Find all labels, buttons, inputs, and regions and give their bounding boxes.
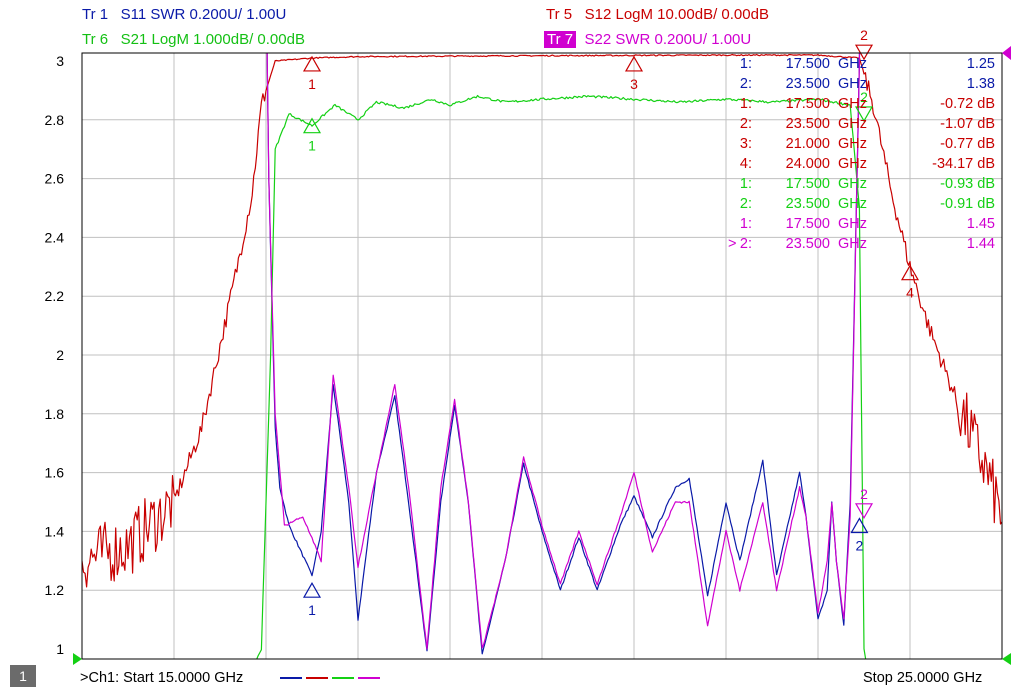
marker-label: 2 [856,538,864,554]
marker-table-row[interactable]: >2: 23.500 GHz 1.44 [728,236,995,252]
marker-table: 1: 17.500 GHz 1.25 2: 23.500 GHz 1.38 1: 17.500 GH… [728,56,995,252]
marker-value: -0.91 dB [940,196,995,212]
marker-unit: GHz [838,156,867,172]
marker-id: 1: [740,56,752,72]
marker-id: 2: [740,196,752,212]
marker-label: 2 [860,486,868,502]
marker-label: 3 [630,76,638,92]
y-tick-label: 2.6 [45,171,65,187]
marker-frequency: 21.000 [786,136,830,152]
marker-label: 2 [860,27,868,43]
marker-unit: GHz [838,56,867,72]
marker-unit: GHz [838,176,867,192]
marker-value: -0.72 dB [940,96,995,112]
marker-frequency: 24.000 [786,156,830,172]
marker-id: 4: [740,156,752,172]
y-tick-label: 1.6 [45,465,65,481]
trace-swatch-s21 [332,677,354,679]
marker-unit: GHz [838,96,867,112]
marker-unit: GHz [838,116,867,132]
measurement-plot[interactable]: 3 2.8 2.6 2.4 2.2 2 1.8 1.6 1.4 1.2 1 1 3 4 2 1 1 2 2 2 1:… [0,0,1013,690]
marker-frequency: 17.500 [786,216,830,232]
marker-value: -1.07 dB [940,116,995,132]
marker-frequency: 23.500 [786,76,830,92]
marker-label: 1 [308,138,316,154]
marker-id: 2: [740,236,752,252]
marker-frequency: 23.500 [786,116,830,132]
marker-triangle-icon[interactable] [854,503,874,520]
marker-table-row[interactable]: 1: 17.500 GHz 1.45 [740,216,995,232]
marker-table-row[interactable]: 2: 23.500 GHz -1.07 dB [740,116,995,132]
marker-id: 1: [740,96,752,112]
marker-value: 1.45 [967,216,995,232]
marker-table-row[interactable]: 2: 23.500 GHz -0.91 dB [740,196,995,212]
marker-value: 1.38 [967,76,995,92]
ref-arrow-right-icon [1002,653,1011,665]
marker-frequency: 23.500 [786,236,830,252]
marker-label: 1 [308,602,316,618]
marker-label: 1 [308,76,316,92]
trace-swatch-s22 [358,677,380,679]
marker-triangle-icon[interactable] [850,517,869,534]
marker-value: 1.44 [967,236,995,252]
marker-frequency: 17.500 [786,96,830,112]
marker-unit: GHz [838,76,867,92]
marker-unit: GHz [838,236,867,252]
ref-arrow-left-icon [73,653,82,665]
marker-table-row[interactable]: 3: 21.000 GHz -0.77 dB [740,136,995,152]
marker-unit: GHz [838,136,867,152]
start-frequency[interactable]: >Ch1: Start 15.0000 GHz [80,670,243,686]
marker-table-row[interactable]: 4: 24.000 GHz -34.17 dB [740,156,995,172]
channel-number-box[interactable]: 1 [10,665,36,687]
y-axis-labels: 3 2.8 2.6 2.4 2.2 2 1.8 1.6 1.4 1.2 1 [45,53,65,657]
y-tick-label: 1.2 [45,582,65,598]
marker-unit: GHz [838,216,867,232]
y-tick-label: 1.8 [45,406,65,422]
marker-id: 1: [740,176,752,192]
y-tick-label: 1.4 [45,523,65,539]
marker-value: -34.17 dB [932,156,995,172]
marker-id: 1: [740,216,752,232]
ref-arrow-right-top-icon [1002,46,1011,60]
marker-id: 2: [740,116,752,132]
marker-id: 3: [740,136,752,152]
y-tick-label: 1 [56,641,64,657]
trace-swatch-s12 [306,677,328,679]
marker-label: 4 [906,285,914,301]
marker-value: -0.77 dB [940,136,995,152]
y-tick-label: 2.8 [45,112,65,128]
marker-frequency: 17.500 [786,176,830,192]
marker-value: 1.25 [967,56,995,72]
marker-id: 2: [740,76,752,92]
marker-frequency: 23.500 [786,196,830,212]
y-tick-label: 2.2 [45,288,65,304]
marker-value: -0.93 dB [940,176,995,192]
trace-swatch-s11 [280,677,302,679]
active-marker-symbol: > [728,236,736,252]
y-tick-label: 3 [56,53,64,69]
marker-table-row[interactable]: 1: 17.500 GHz 1.25 [740,56,995,72]
marker-unit: GHz [838,196,867,212]
marker-frequency: 17.500 [786,56,830,72]
y-tick-label: 2.4 [45,229,65,245]
y-tick-label: 2 [56,347,64,363]
stop-frequency[interactable]: Stop 25.0000 GHz [863,670,982,686]
